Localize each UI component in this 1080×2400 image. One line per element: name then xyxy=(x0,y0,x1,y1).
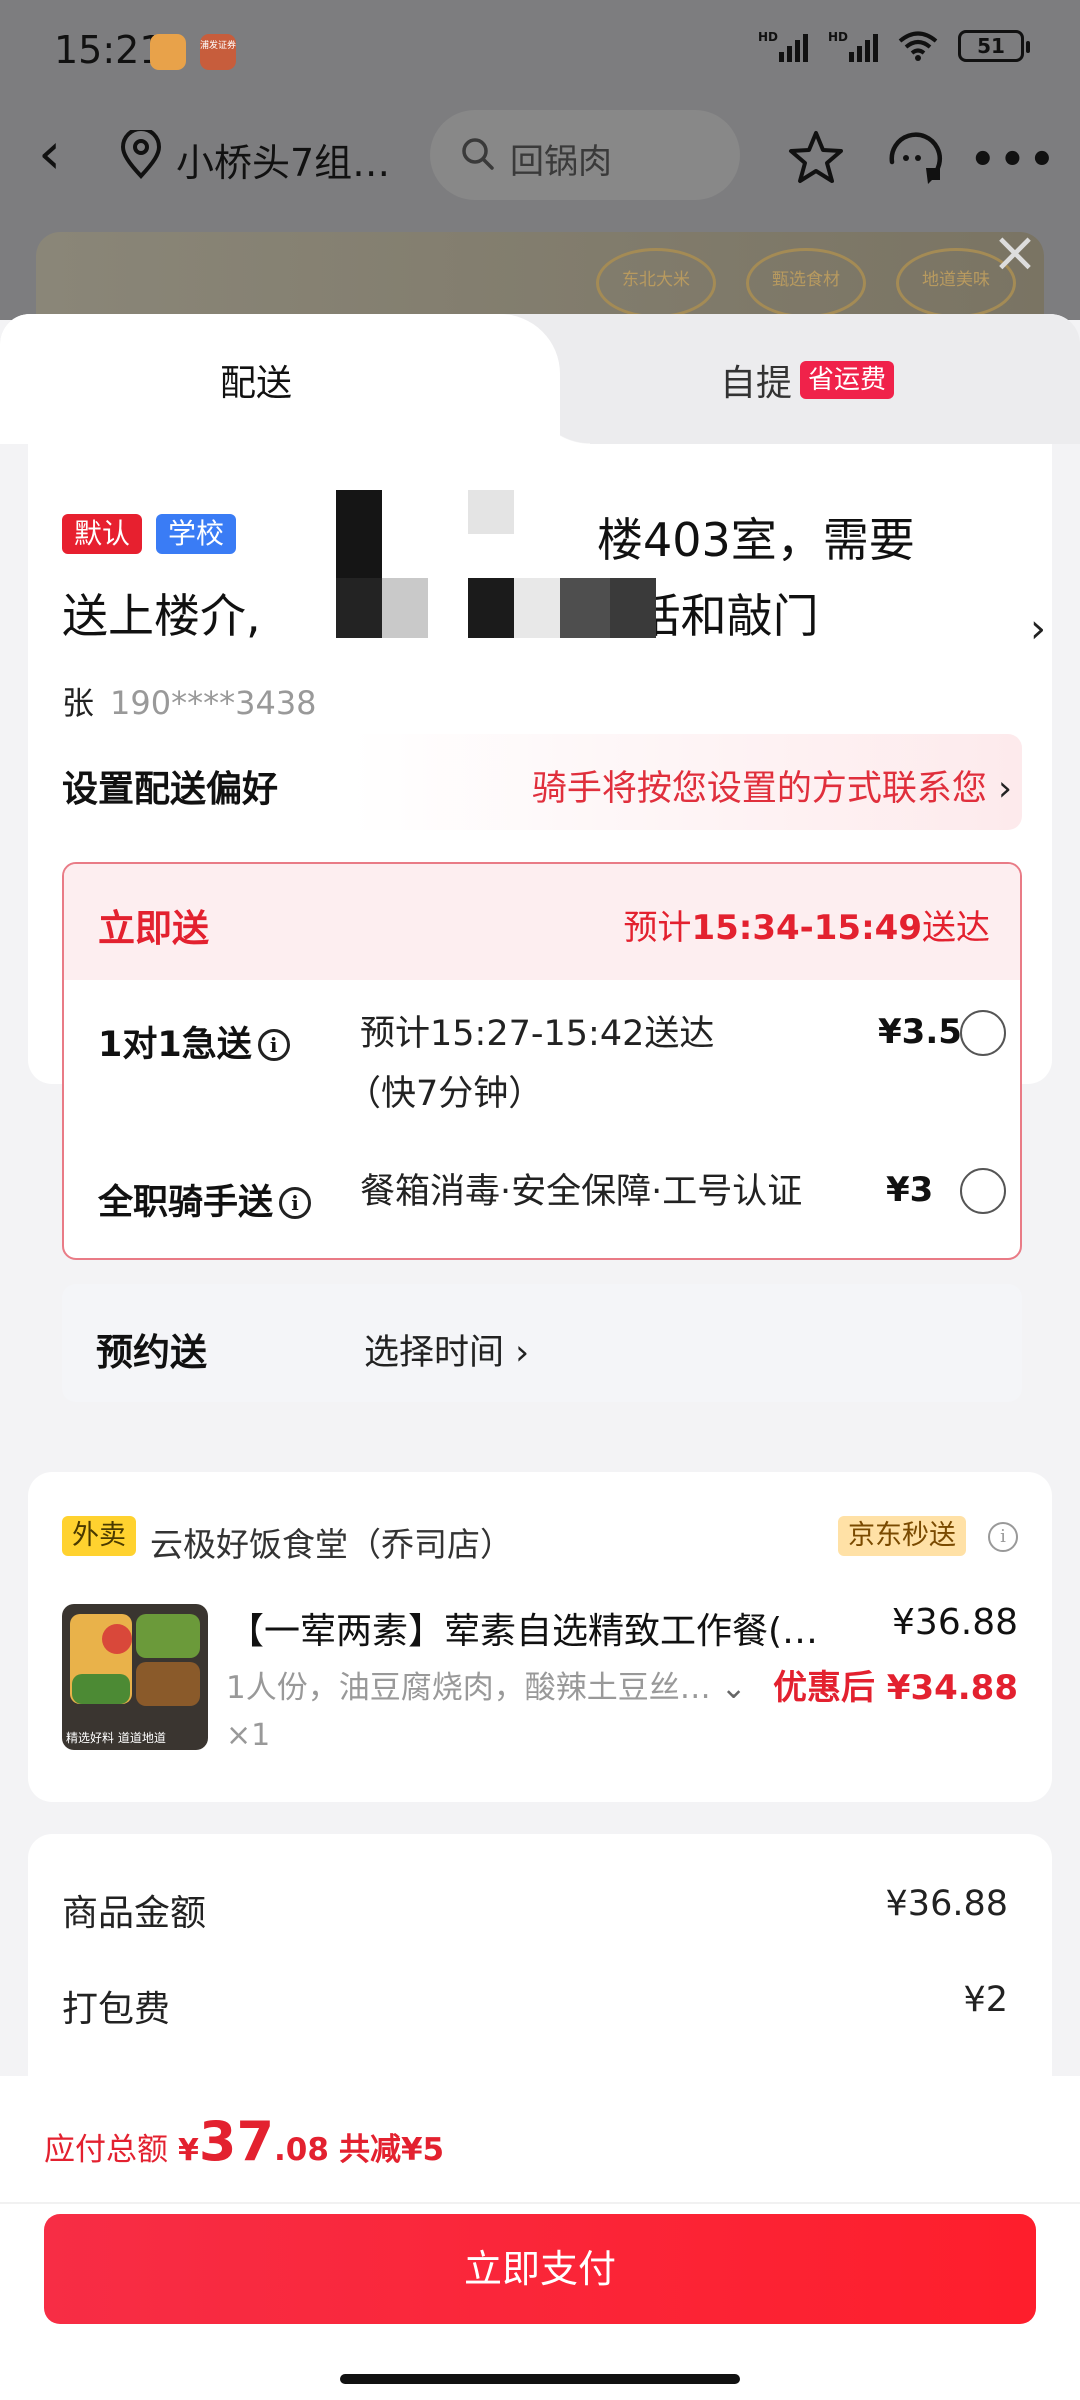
preference-value: 骑手将按您设置的方式联系您 › xyxy=(531,769,1012,809)
home-indicator[interactable] xyxy=(340,2374,740,2384)
food-thumbnail[interactable]: 精选好料 道道地道 xyxy=(62,1604,208,1750)
preference-chevron-icon: › xyxy=(998,769,1012,809)
checkout-footer: 应付总额 ¥37.08 共减¥5 立即支付 xyxy=(0,2076,1080,2400)
option-desc: 餐箱消毒·安全保障·工号认证 xyxy=(360,1172,803,1212)
item-name[interactable]: 【一荤两素】荤素自选精致工作餐(… xyxy=(228,1602,848,1654)
info-icon[interactable]: i xyxy=(988,1522,1018,1552)
total-label: 应付总额 xyxy=(44,2132,168,2168)
back-arrow-icon[interactable]: ‹ xyxy=(38,124,78,182)
wifi-icon xyxy=(898,31,938,61)
address-redaction-mosaic xyxy=(336,490,656,640)
item-discounted-price: 优惠后 ¥34.88 xyxy=(772,1668,1018,1708)
tab-pickup[interactable]: 自提 省运费 xyxy=(720,354,895,406)
fee-value: ¥36.88 xyxy=(885,1884,1008,1924)
total-savings: 共减¥5 xyxy=(338,2132,445,2168)
delivery-location[interactable]: 小桥头7组… xyxy=(176,132,390,187)
item-price: ¥36.88 xyxy=(892,1602,1018,1643)
shop-name[interactable]: 云极好饭食堂（乔司店） xyxy=(150,1518,513,1566)
address-line-2-left: 送上楼介, xyxy=(62,589,261,643)
more-options-icon[interactable]: ••• xyxy=(970,140,1059,180)
save-shipping-badge: 省运费 xyxy=(800,361,895,399)
fee-row: 打包费 ¥2 xyxy=(62,1980,1008,2032)
contact-name: 张 xyxy=(62,684,95,722)
cellular-signal-icon-2: HD xyxy=(828,30,878,62)
delivery-mode-tabs: 配送 自提 省运费 xyxy=(0,314,1080,444)
delivery-card: 楼403室，需要 默认 学校 送上楼介, 别打电话和敲门 › 张 190****… xyxy=(28,444,1052,1402)
total-amount: 应付总额 ¥37.08 共减¥5 xyxy=(44,2110,445,2173)
status-indicators: HD HD 51 xyxy=(758,30,1030,62)
banner-badge: 东北大米 xyxy=(596,248,716,318)
fee-label: 打包费 xyxy=(62,1989,171,2030)
notification-app-icon xyxy=(150,34,186,70)
option-price: ¥3.5 xyxy=(878,1012,962,1052)
option-name: 1对1急送 i xyxy=(98,1016,290,1067)
option-price: ¥3 xyxy=(886,1170,934,1210)
total-integer: 37 xyxy=(198,2110,275,2173)
status-bar: 15:21 浦发证券 HD HD 51 xyxy=(0,0,1080,100)
school-tag: 学校 xyxy=(156,514,237,554)
securities-app-icon: 浦发证券 xyxy=(200,34,236,70)
info-icon[interactable]: i xyxy=(279,1187,312,1219)
jd-express-tag: 京东秒送 xyxy=(838,1516,966,1556)
fee-label: 商品金额 xyxy=(62,1893,207,1934)
option-name: 全职骑手送 i xyxy=(98,1174,312,1225)
banner-badge: 甄选食材 xyxy=(746,248,866,318)
instant-delivery-title: 立即送 xyxy=(98,907,209,950)
address-chevron-icon: › xyxy=(1030,606,1046,652)
contact-info: 张 190****3438 xyxy=(62,678,317,724)
option-radio[interactable] xyxy=(960,1010,1006,1056)
item-quantity: ×1 xyxy=(226,1718,271,1753)
food-image-caption: 精选好料 道道地道 xyxy=(66,1731,166,1745)
order-card: 外卖 云极好饭食堂（乔司店） 京东秒送 i 精选好料 道道地道 【一荤两素】荤素… xyxy=(28,1472,1052,1802)
instant-delivery-header[interactable]: 立即送 预计15:34-15:49送达 xyxy=(64,864,1020,980)
schedule-title: 预约送 xyxy=(96,1331,207,1374)
option-radio[interactable] xyxy=(960,1168,1006,1214)
takeout-tag: 外卖 xyxy=(62,1516,136,1556)
battery-icon: 51 xyxy=(958,30,1030,62)
preference-title: 设置配送偏好 xyxy=(62,769,279,810)
address-tags: 默认 学校 xyxy=(62,514,237,554)
fee-value: ¥2 xyxy=(963,1980,1008,2020)
info-icon[interactable]: i xyxy=(257,1029,290,1061)
cellular-signal-icon: HD xyxy=(758,30,808,62)
location-pin-icon[interactable] xyxy=(118,130,164,180)
fee-row: 商品金额 ¥36.88 xyxy=(62,1884,1008,1936)
favorite-star-icon[interactable] xyxy=(786,128,846,188)
tab-pickup-label: 自提 xyxy=(720,363,793,404)
item-spec[interactable]: 1人份，油豆腐烧肉，酸辣土豆丝… ⌄ xyxy=(226,1662,747,1707)
instant-delivery-eta: 预计15:34-15:49送达 xyxy=(623,908,990,948)
tab-delivery-label: 配送 xyxy=(220,363,293,404)
chevron-down-icon: ⌄ xyxy=(720,1670,747,1706)
total-decimal: .08 xyxy=(274,2132,329,2168)
close-icon[interactable]: × xyxy=(990,225,1040,281)
scheduled-delivery-row[interactable]: 预约送 选择时间 › xyxy=(62,1284,1022,1402)
instant-delivery-box: 立即送 预计15:34-15:49送达 1对1急送 i 预计15:27-15:42… xyxy=(62,862,1022,1260)
status-time: 15:21 xyxy=(54,28,164,72)
default-tag: 默认 xyxy=(62,514,143,554)
select-time-link[interactable]: 选择时间 › xyxy=(364,1324,529,1375)
divider xyxy=(0,2202,1080,2204)
tab-delivery[interactable]: 配送 xyxy=(0,314,590,444)
option-desc: 预计15:27-15:42送达 （快7分钟） xyxy=(346,1014,715,1114)
search-placeholder: 回锅肉 xyxy=(510,142,612,182)
top-navigation: ‹ 小桥头7组… 回锅肉 ••• xyxy=(0,110,1080,200)
search-icon xyxy=(462,138,494,170)
delivery-preference-row[interactable]: 设置配送偏好 骑手将按您设置的方式联系您 › xyxy=(62,734,1022,830)
customer-service-icon[interactable] xyxy=(884,128,948,188)
contact-phone: 190****3438 xyxy=(110,684,317,722)
search-box[interactable]: 回锅肉 xyxy=(430,110,740,200)
pay-now-button[interactable]: 立即支付 xyxy=(44,2214,1036,2324)
